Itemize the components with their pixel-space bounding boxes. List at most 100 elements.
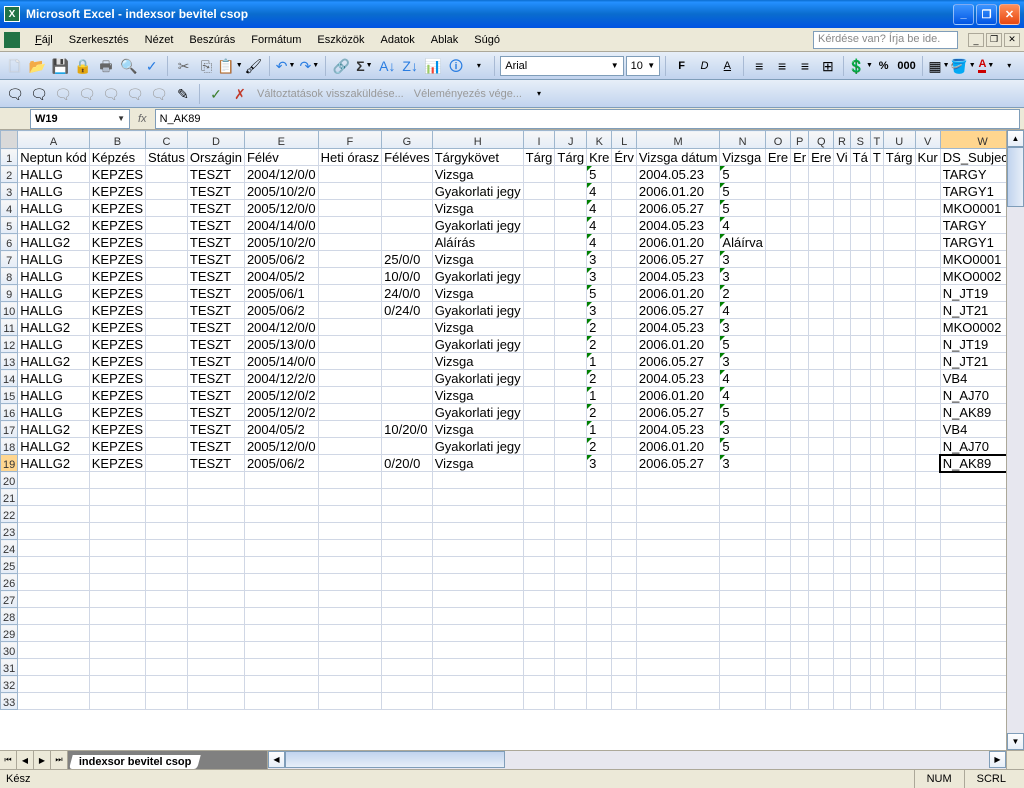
- cell[interactable]: Gyakorlati jegy: [432, 302, 523, 319]
- cell[interactable]: [915, 166, 940, 183]
- cell[interactable]: KEPZES: [89, 166, 145, 183]
- cell[interactable]: [146, 608, 188, 625]
- cell[interactable]: [318, 404, 382, 421]
- cell[interactable]: [636, 523, 720, 540]
- cell[interactable]: N_AJ70: [940, 387, 1006, 404]
- cell[interactable]: [523, 438, 555, 455]
- menu-format[interactable]: Formátum: [244, 32, 308, 48]
- cell[interactable]: [915, 455, 940, 472]
- cell[interactable]: 5: [720, 336, 765, 353]
- cell[interactable]: 3: [720, 319, 765, 336]
- cell[interactable]: Vizsga: [432, 353, 523, 370]
- cell[interactable]: [765, 353, 790, 370]
- cell[interactable]: [612, 438, 637, 455]
- cell[interactable]: [18, 557, 90, 574]
- cell[interactable]: TESZT: [187, 336, 244, 353]
- cell[interactable]: [765, 404, 790, 421]
- cell[interactable]: [850, 693, 870, 710]
- cell[interactable]: [382, 404, 433, 421]
- cell[interactable]: [940, 506, 1006, 523]
- cell[interactable]: [765, 387, 790, 404]
- cell[interactable]: [382, 540, 433, 557]
- cell[interactable]: 2004.05.23: [636, 217, 720, 234]
- cell[interactable]: [915, 693, 940, 710]
- cell[interactable]: TESZT: [187, 234, 244, 251]
- cell[interactable]: [809, 625, 834, 642]
- cell[interactable]: [318, 319, 382, 336]
- cell[interactable]: 10/20/0: [382, 421, 433, 438]
- formula-input[interactable]: N_AK89: [155, 109, 1020, 129]
- cell[interactable]: [382, 608, 433, 625]
- cell[interactable]: [555, 370, 587, 387]
- cell[interactable]: [765, 234, 790, 251]
- cell[interactable]: [834, 421, 850, 438]
- cell[interactable]: 4: [720, 302, 765, 319]
- cell[interactable]: [432, 693, 523, 710]
- help-search-input[interactable]: Kérdése van? Írja be ide.: [813, 31, 958, 49]
- cell[interactable]: [555, 285, 587, 302]
- cell[interactable]: [883, 438, 915, 455]
- cell[interactable]: [523, 472, 555, 489]
- cell[interactable]: Gyakorlati jegy: [432, 183, 523, 200]
- cell[interactable]: [612, 183, 637, 200]
- cell[interactable]: 10/0/0: [382, 268, 433, 285]
- cell[interactable]: [146, 540, 188, 557]
- cell[interactable]: [587, 472, 612, 489]
- cell[interactable]: TESZT: [187, 285, 244, 302]
- cell[interactable]: Vizsga: [432, 455, 523, 472]
- cell[interactable]: [809, 591, 834, 608]
- cell[interactable]: [870, 693, 883, 710]
- cell[interactable]: [89, 557, 145, 574]
- cell[interactable]: [382, 659, 433, 676]
- align-left-button[interactable]: ≡: [749, 55, 770, 77]
- cell[interactable]: [636, 574, 720, 591]
- cell[interactable]: [187, 489, 244, 506]
- cell[interactable]: [834, 268, 850, 285]
- cell[interactable]: [850, 336, 870, 353]
- cell[interactable]: [809, 421, 834, 438]
- cell[interactable]: [612, 591, 637, 608]
- minimize-button[interactable]: _: [953, 4, 974, 25]
- cell[interactable]: [89, 693, 145, 710]
- cell[interactable]: 4: [720, 217, 765, 234]
- column-header[interactable]: Q: [809, 131, 834, 149]
- cell[interactable]: [636, 591, 720, 608]
- cell[interactable]: [587, 557, 612, 574]
- cell[interactable]: [809, 183, 834, 200]
- cell[interactable]: [809, 353, 834, 370]
- cell[interactable]: [382, 387, 433, 404]
- cell[interactable]: [187, 540, 244, 557]
- cell[interactable]: [187, 608, 244, 625]
- doc-minimize-button[interactable]: _: [968, 33, 984, 47]
- cell[interactable]: [720, 608, 765, 625]
- cell[interactable]: [318, 506, 382, 523]
- cell[interactable]: [883, 370, 915, 387]
- cell[interactable]: [146, 523, 188, 540]
- cell[interactable]: [318, 642, 382, 659]
- cell[interactable]: [555, 574, 587, 591]
- cell[interactable]: [834, 285, 850, 302]
- cell[interactable]: [432, 676, 523, 693]
- cell[interactable]: [523, 489, 555, 506]
- cell[interactable]: [587, 523, 612, 540]
- cell[interactable]: MKO0001: [940, 200, 1006, 217]
- cell[interactable]: 2004/12/2/0: [244, 370, 318, 387]
- row-header[interactable]: 22: [1, 506, 18, 523]
- cell[interactable]: Aláírva: [720, 234, 765, 251]
- cell[interactable]: [555, 234, 587, 251]
- cell[interactable]: [523, 404, 555, 421]
- cell[interactable]: [809, 302, 834, 319]
- cell[interactable]: N_AK89: [940, 455, 1006, 472]
- cell[interactable]: [850, 251, 870, 268]
- cell[interactable]: [915, 642, 940, 659]
- cell[interactable]: [146, 557, 188, 574]
- cell[interactable]: [612, 489, 637, 506]
- show-ink-button[interactable]: ✎: [172, 83, 194, 105]
- name-box[interactable]: W19▼: [30, 109, 130, 129]
- cell[interactable]: [318, 523, 382, 540]
- cell[interactable]: TESZT: [187, 438, 244, 455]
- cell[interactable]: [883, 659, 915, 676]
- cell[interactable]: [915, 404, 940, 421]
- cell[interactable]: [89, 523, 145, 540]
- comma-style-button[interactable]: 000: [896, 55, 917, 77]
